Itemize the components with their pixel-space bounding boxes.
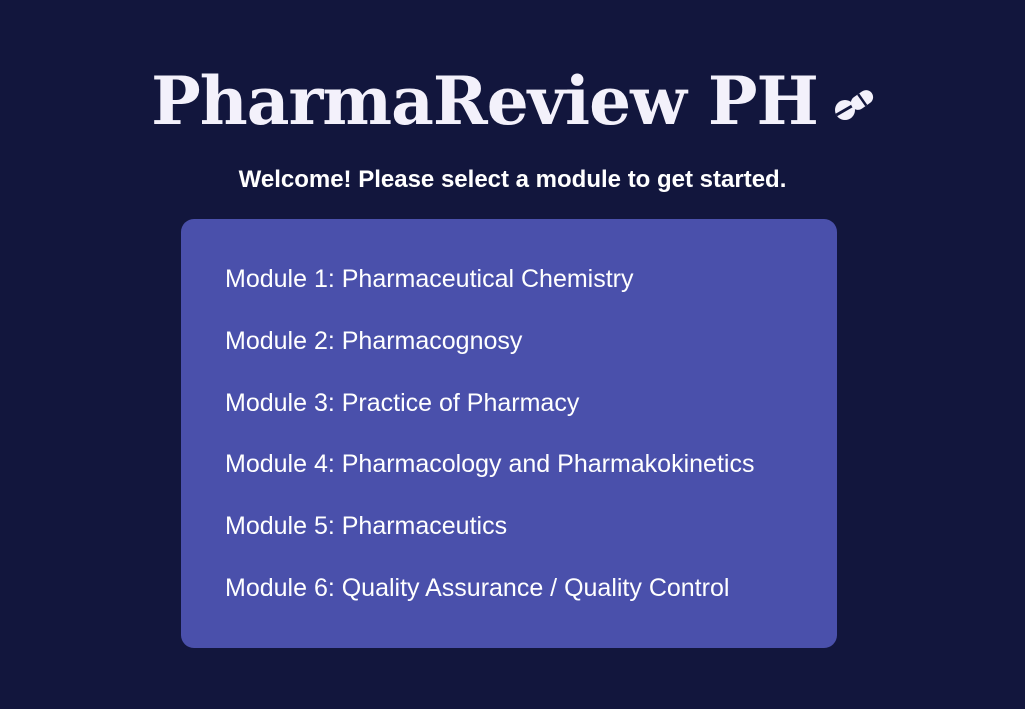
module-item-6[interactable]: Module 6: Quality Assurance / Quality Co…	[225, 569, 817, 607]
header: PharmaReview PH	[0, 56, 1025, 146]
module-item-4[interactable]: Module 4: Pharmacology and Pharmakokinet…	[225, 445, 817, 483]
module-list: Module 1: Pharmaceutical Chemistry Modul…	[225, 260, 817, 631]
pill-icon	[834, 88, 874, 122]
module-item-3[interactable]: Module 3: Practice of Pharmacy	[225, 384, 817, 422]
module-item-5[interactable]: Module 5: Pharmaceutics	[225, 507, 817, 545]
module-item-2[interactable]: Module 2: Pharmacognosy	[225, 322, 817, 360]
app-title: PharmaReview PH	[151, 62, 819, 140]
module-item-1[interactable]: Module 1: Pharmaceutical Chemistry	[225, 260, 817, 298]
module-panel: Module 1: Pharmaceutical Chemistry Modul…	[181, 219, 837, 648]
welcome-message: Welcome! Please select a module to get s…	[238, 166, 787, 193]
